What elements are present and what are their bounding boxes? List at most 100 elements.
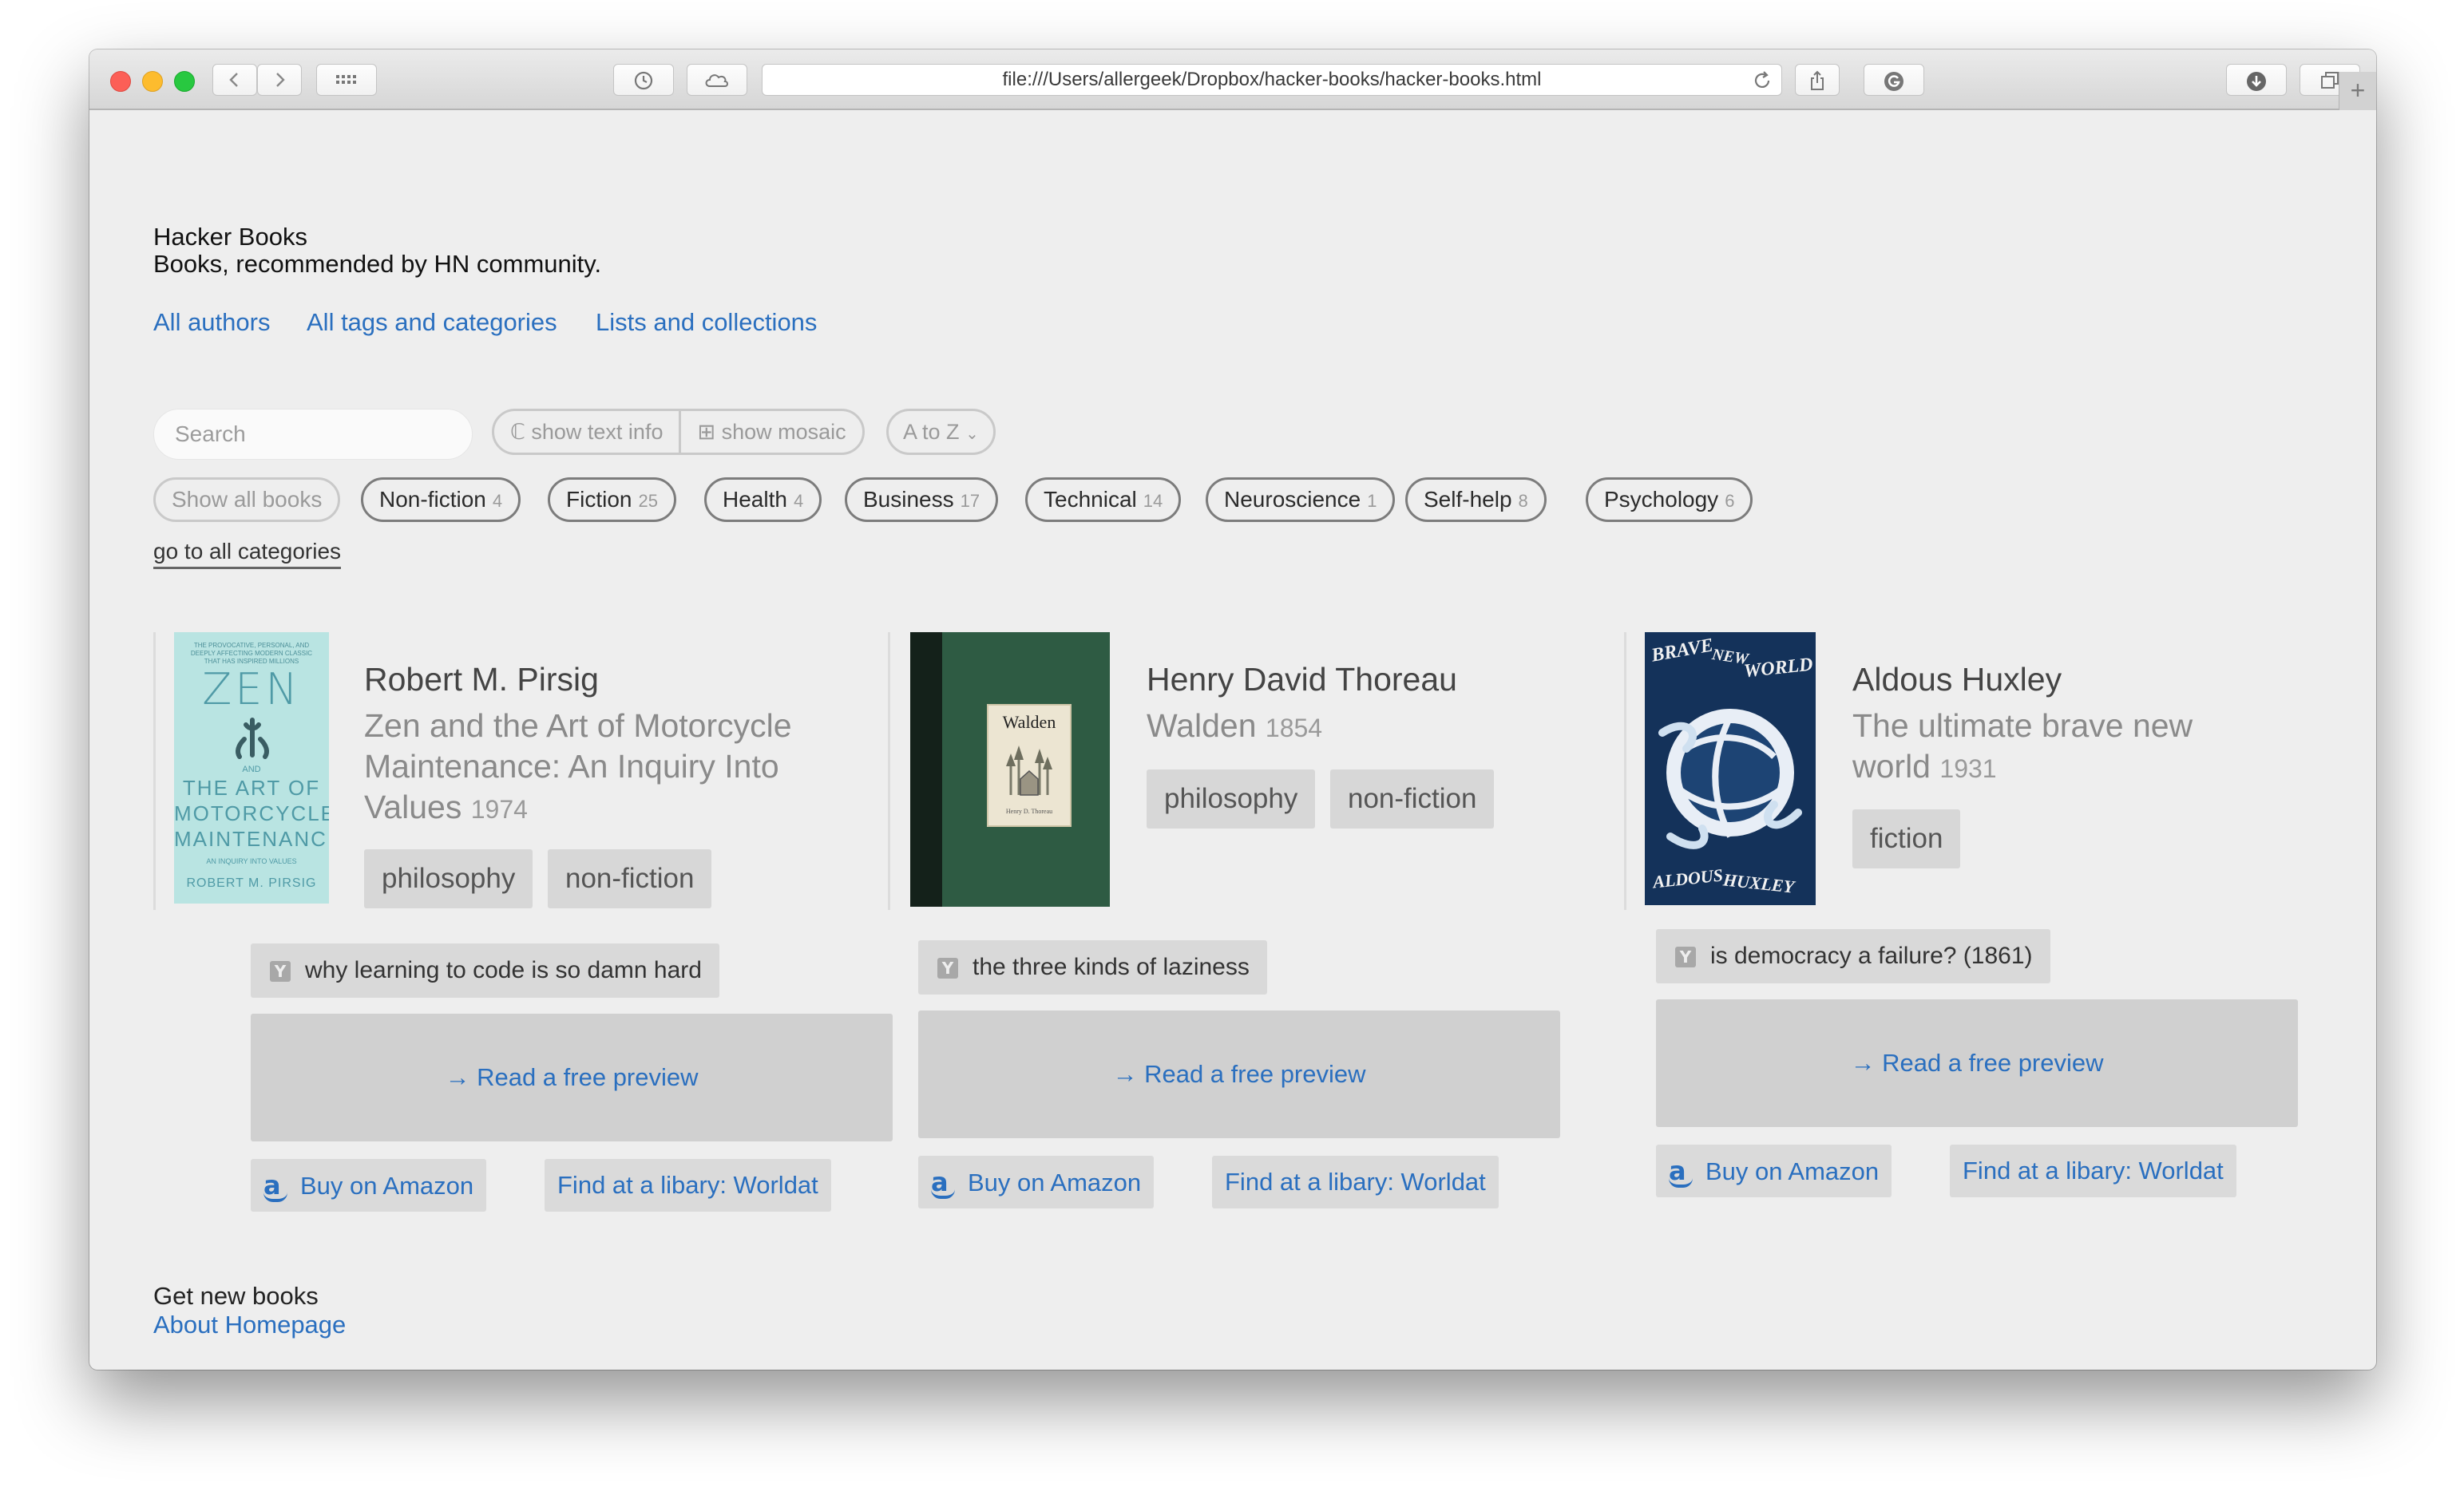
minimize-window-button[interactable] xyxy=(142,71,163,92)
hacker-news-icon: Y xyxy=(1675,947,1696,967)
back-button[interactable] xyxy=(212,64,257,96)
all-categories-link[interactable]: go to all categories xyxy=(153,538,342,569)
book-year: 1931 xyxy=(1939,754,1997,783)
close-window-button[interactable] xyxy=(110,71,131,92)
hn-discussion-link[interactable]: Yis democracy a failure? (1861) xyxy=(1656,929,2050,983)
book-card: BRAVE NEW WORLD ALDOUS HUXLEY Aldous Hux… xyxy=(1624,632,2347,1239)
browser-window: file:///Users/allergeek/Dropbox/hacker-b… xyxy=(89,49,2376,1370)
book-title[interactable]: The ultimate brave new world 1931 xyxy=(1852,706,2252,789)
url-text: file:///Users/allergeek/Dropbox/hacker-b… xyxy=(1002,69,1542,90)
read-preview-button[interactable]: → Read a free preview xyxy=(1656,999,2298,1127)
site-title: Hacker Books xyxy=(153,223,307,251)
browser-toolbar: file:///Users/allergeek/Dropbox/hacker-b… xyxy=(89,49,2376,110)
view-toggle: ℂ show text info ⊞ show mosaic xyxy=(492,409,865,455)
book-author[interactable]: Aldous Huxley xyxy=(1852,659,2062,699)
icloud-tabs-button[interactable] xyxy=(687,64,747,96)
nav-all-authors[interactable]: All authors xyxy=(153,308,270,337)
cover-author: ROBERT M. PIRSIG xyxy=(186,876,317,890)
book-title-text: The ultimate brave new world xyxy=(1852,707,2193,785)
cover-label: Walden Henry D. Thoreau xyxy=(987,704,1072,827)
show-text-info-toggle[interactable]: ℂ show text info xyxy=(494,411,679,453)
cover-line2: MOTORCYCLE xyxy=(174,801,329,825)
worldcat-button[interactable]: Find at a libary: Worldat xyxy=(1950,1145,2236,1197)
category-business[interactable]: Business 17 xyxy=(845,477,999,522)
search-input[interactable] xyxy=(153,409,473,460)
category-technical[interactable]: Technical 14 xyxy=(1025,477,1182,522)
tag-philosophy[interactable]: philosophy xyxy=(364,849,533,908)
show-mosaic-toggle[interactable]: ⊞ show mosaic xyxy=(679,411,862,453)
cover-author: Henry D. Thoreau xyxy=(1005,808,1053,815)
downloads-button[interactable] xyxy=(2226,64,2287,96)
category-label: Self-help xyxy=(1424,487,1512,512)
book-title-text: Walden xyxy=(1147,707,1257,744)
book-cover-brave-new-world[interactable]: BRAVE NEW WORLD ALDOUS HUXLEY xyxy=(1645,632,1816,905)
book-author[interactable]: Robert M. Pirsig xyxy=(364,659,599,699)
zoom-window-button[interactable] xyxy=(174,71,195,92)
category-count: 8 xyxy=(1518,491,1528,511)
worldcat-button[interactable]: Find at a libary: Worldat xyxy=(545,1159,831,1212)
category-count: 4 xyxy=(793,491,804,511)
hn-discussion-title: why learning to code is so damn hard xyxy=(305,957,702,983)
history-button[interactable] xyxy=(613,64,674,96)
tabs-icon xyxy=(2321,72,2339,89)
tag-non-fiction[interactable]: non-fiction xyxy=(1330,769,1495,829)
buy-on-amazon-button[interactable]: a Buy on Amazon xyxy=(1656,1145,1892,1197)
category-non-fiction[interactable]: Non-fiction 4 xyxy=(361,477,521,522)
category-psychology[interactable]: Psychology 6 xyxy=(1586,477,1753,522)
forward-button[interactable] xyxy=(257,64,302,96)
buy-on-amazon-button[interactable]: a Buy on Amazon xyxy=(251,1159,487,1212)
book-cover-zen[interactable]: THE PROVOCATIVE, PERSONAL, AND DEEPLY AF… xyxy=(174,632,329,904)
worldcat-button[interactable]: Find at a libary: Worldat xyxy=(1212,1156,1499,1208)
sort-dropdown[interactable]: A to Z ⌄ xyxy=(886,409,996,455)
buy-on-amazon-button[interactable]: a Buy on Amazon xyxy=(918,1156,1155,1208)
category-count: 14 xyxy=(1143,491,1163,511)
category-label: Fiction xyxy=(566,487,632,512)
clock-icon xyxy=(634,71,653,90)
share-button[interactable] xyxy=(1795,64,1840,96)
grammarly-button[interactable] xyxy=(1864,64,1924,96)
nav-all-tags[interactable]: All tags and categories xyxy=(307,308,557,337)
hn-discussion-link[interactable]: Ywhy learning to code is so damn hard xyxy=(251,943,719,998)
grammarly-icon xyxy=(1884,72,1903,91)
hn-discussion-title: is democracy a failure? (1861) xyxy=(1710,943,2033,969)
card-divider xyxy=(1624,632,1626,910)
tag-philosophy[interactable]: philosophy xyxy=(1147,769,1316,829)
tag-non-fiction[interactable]: non-fiction xyxy=(548,849,712,908)
book-card: THE PROVOCATIVE, PERSONAL, AND DEEPLY AF… xyxy=(153,632,893,1239)
hn-discussion-link[interactable]: Ythe three kinds of laziness xyxy=(918,940,1267,995)
book-cover-walden[interactable]: Walden Henry D. Thoreau xyxy=(910,632,1110,907)
nav-lists[interactable]: Lists and collections xyxy=(596,308,817,337)
book-title[interactable]: Walden 1854 xyxy=(1147,706,1594,749)
category-label: Neuroscience xyxy=(1224,487,1361,512)
category-show-all[interactable]: Show all books xyxy=(153,477,341,522)
about-homepage-link[interactable]: About Homepage xyxy=(153,1311,346,1339)
category-count: 1 xyxy=(1367,491,1377,511)
book-title[interactable]: Zen and the Art of Motorcycle Maintenanc… xyxy=(364,706,859,830)
site-subtitle: Books, recommended by HN community. xyxy=(153,250,602,278)
cabin-illustration-icon xyxy=(1006,746,1052,796)
tag-fiction[interactable]: fiction xyxy=(1852,809,1961,868)
chevron-left-icon xyxy=(229,73,238,87)
hacker-news-icon: Y xyxy=(937,958,958,979)
category-self-help[interactable]: Self-help 8 xyxy=(1405,477,1547,522)
show-mosaic-label: show mosaic xyxy=(721,420,846,444)
show-all-tabs-button[interactable] xyxy=(316,64,377,96)
new-tab-button[interactable]: + xyxy=(2339,72,2376,110)
category-label: Technical xyxy=(1044,487,1137,512)
read-preview-button[interactable]: → Read a free preview xyxy=(918,1011,1560,1138)
read-preview-button[interactable]: → Read a free preview xyxy=(251,1014,893,1141)
reload-icon[interactable] xyxy=(1751,69,1773,92)
category-count: 6 xyxy=(1725,491,1735,511)
category-count: 4 xyxy=(492,491,503,511)
cloud-icon xyxy=(705,74,728,87)
chevron-down-icon: ⌄ xyxy=(965,425,979,443)
buy-on-amazon-label: Buy on Amazon xyxy=(300,1172,474,1200)
category-health[interactable]: Health 4 xyxy=(704,477,822,522)
amazon-icon: a xyxy=(931,1156,957,1208)
category-neuroscience[interactable]: Neuroscience 1 xyxy=(1206,477,1396,522)
book-author[interactable]: Henry David Thoreau xyxy=(1147,659,1457,699)
show-text-info-label: show text info xyxy=(531,420,664,444)
category-fiction[interactable]: Fiction 25 xyxy=(548,477,676,522)
address-bar[interactable]: file:///Users/allergeek/Dropbox/hacker-b… xyxy=(762,64,1782,96)
category-label: Show all books xyxy=(172,487,323,512)
